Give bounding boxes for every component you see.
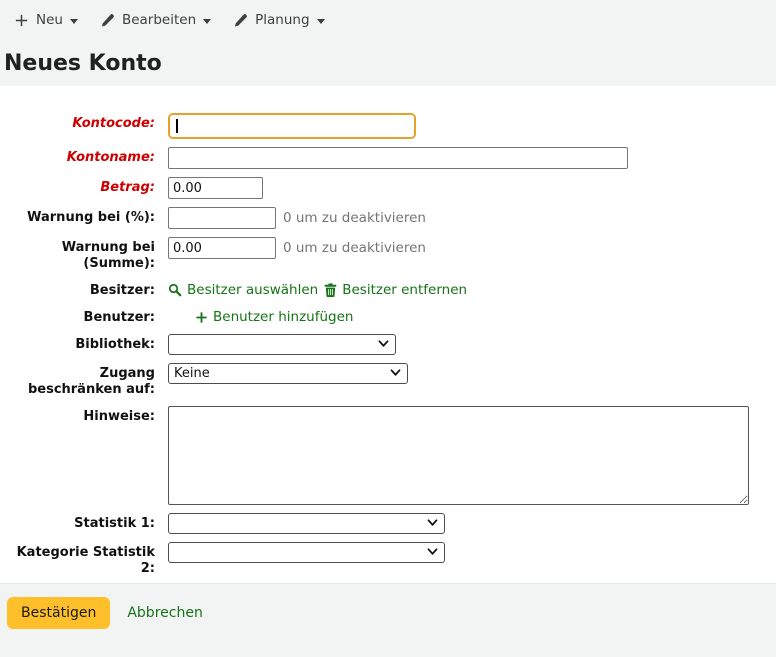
statistik1-select[interactable] xyxy=(168,513,445,534)
kontocode-input-wrap xyxy=(168,113,416,139)
field-row-benutzer: Benutzer: Benutzer hinzufügen xyxy=(0,307,776,326)
field-row-bibliothek: Bibliothek: xyxy=(0,334,776,355)
pencil-icon xyxy=(233,13,248,28)
betrag-input[interactable] xyxy=(168,177,263,199)
select-owner-link[interactable]: Besitzer auswählen xyxy=(168,280,318,298)
statistik1-label: Statistik 1: xyxy=(74,516,155,531)
hinweise-textarea[interactable] xyxy=(168,406,749,505)
chevron-down-icon xyxy=(316,18,325,24)
field-row-kontocode: Kontocode: xyxy=(0,113,776,139)
betrag-label: Betrag: xyxy=(100,180,155,195)
chevron-down-icon xyxy=(203,18,212,24)
trash-icon xyxy=(324,283,337,297)
warnung-prozent-hint: 0 um zu deaktivieren xyxy=(283,210,426,226)
chevron-down-icon xyxy=(69,18,78,24)
warnung-prozent-label: Warnung bei (%): xyxy=(27,210,155,225)
page-title: Neues Konto xyxy=(0,40,776,88)
text-cursor xyxy=(176,119,178,133)
field-row-warnung-prozent: Warnung bei (%): 0 um zu deaktivieren xyxy=(0,207,776,229)
zugang-select[interactable]: Keine xyxy=(168,363,408,384)
benutzer-label: Benutzer: xyxy=(83,310,155,325)
warnung-summe-input[interactable] xyxy=(168,237,276,259)
toolbar: Neu Bearbeiten Planung xyxy=(0,0,776,40)
field-row-kontoname: Kontoname: xyxy=(0,147,776,169)
field-row-statistik2: Kategorie Statistik 2: xyxy=(0,542,776,577)
add-user-label: Benutzer hinzufügen xyxy=(213,309,354,325)
cancel-link[interactable]: Abbrechen xyxy=(127,597,202,621)
form-action-bar: Bestätigen Abbrechen xyxy=(0,583,776,657)
submit-button[interactable]: Bestätigen xyxy=(7,597,111,629)
remove-owner-link[interactable]: Besitzer entfernen xyxy=(324,280,467,298)
new-fund-form: Kontocode: Kontoname: Betrag: Warnung be… xyxy=(0,86,776,583)
new-button[interactable]: Neu xyxy=(12,8,80,32)
field-row-warnung-summe: Warnung bei (Summe): 0 um zu deaktiviere… xyxy=(0,237,776,272)
bibliothek-label: Bibliothek: xyxy=(75,337,155,352)
statistik2-label: Kategorie Statistik 2: xyxy=(16,545,155,576)
field-row-betrag: Betrag: xyxy=(0,177,776,199)
warnung-summe-hint: 0 um zu deaktivieren xyxy=(283,240,426,256)
field-row-statistik1: Statistik 1: xyxy=(0,513,776,534)
new-button-label: Neu xyxy=(36,12,63,28)
search-icon xyxy=(168,283,182,297)
field-row-hinweise: Hinweise: xyxy=(0,406,776,505)
planning-button[interactable]: Planung xyxy=(231,8,326,32)
planning-button-label: Planung xyxy=(255,12,310,28)
besitzer-label: Besitzer: xyxy=(89,283,155,298)
edit-button-label: Bearbeiten xyxy=(121,12,197,28)
plus-icon xyxy=(195,311,208,324)
field-row-zugang: Zugang beschränken auf: Keine xyxy=(0,363,776,398)
add-user-link[interactable]: Benutzer hinzufügen xyxy=(195,307,353,325)
select-owner-label: Besitzer auswählen xyxy=(187,282,319,298)
hinweise-label: Hinweise: xyxy=(83,409,155,424)
warnung-summe-label: Warnung bei (Summe): xyxy=(61,240,155,271)
zugang-label: Zugang beschränken auf: xyxy=(27,366,155,397)
statistik2-select[interactable] xyxy=(168,542,445,563)
bibliothek-select[interactable] xyxy=(168,334,396,355)
kontoname-input[interactable] xyxy=(168,147,628,169)
kontocode-input[interactable] xyxy=(170,115,414,137)
plus-icon xyxy=(14,13,29,28)
kontocode-label: Kontocode: xyxy=(72,116,155,131)
pencil-icon xyxy=(100,13,115,28)
warnung-prozent-input[interactable] xyxy=(168,207,276,229)
remove-owner-label: Besitzer entfernen xyxy=(342,282,468,298)
edit-button[interactable]: Bearbeiten xyxy=(98,8,213,32)
kontoname-label: Kontoname: xyxy=(66,150,155,165)
field-row-besitzer: Besitzer: Besitzer auswählen Besitzer en… xyxy=(0,280,776,299)
